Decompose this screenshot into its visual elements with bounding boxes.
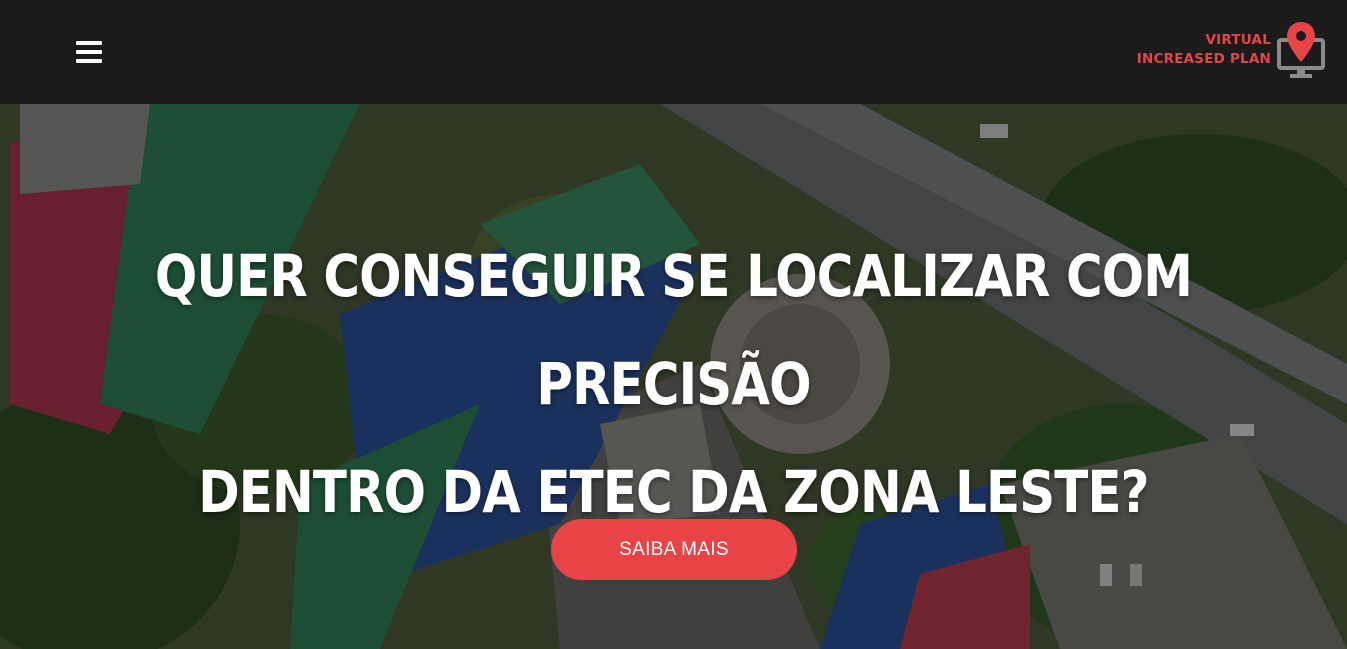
navbar: VIRTUAL INCREASED PLAN: [0, 0, 1347, 104]
brand-line1: VIRTUAL: [1205, 32, 1271, 48]
hero-headline: QUER CONSEGUIR SE LOCALIZAR COM PRECISÃO…: [94, 222, 1252, 546]
headline-line1: QUER CONSEGUIR SE LOCALIZAR COM PRECISÃO: [154, 242, 1193, 418]
brand-line2: INCREASED PLAN: [1136, 51, 1271, 67]
hero-section: QUER CONSEGUIR SE LOCALIZAR COM PRECISÃO…: [0, 104, 1347, 649]
map-pin-monitor-icon: [1277, 22, 1325, 78]
hamburger-menu-icon[interactable]: [76, 41, 104, 67]
brand-logo-link[interactable]: VIRTUAL INCREASED PLAN: [1137, 20, 1329, 80]
saiba-mais-button[interactable]: SAIBA MAIS: [551, 519, 797, 580]
headline-line2: DENTRO DA ETEC DA ZONA LESTE?: [198, 458, 1149, 526]
brand-name: VIRTUAL INCREASED PLAN: [1137, 31, 1271, 69]
